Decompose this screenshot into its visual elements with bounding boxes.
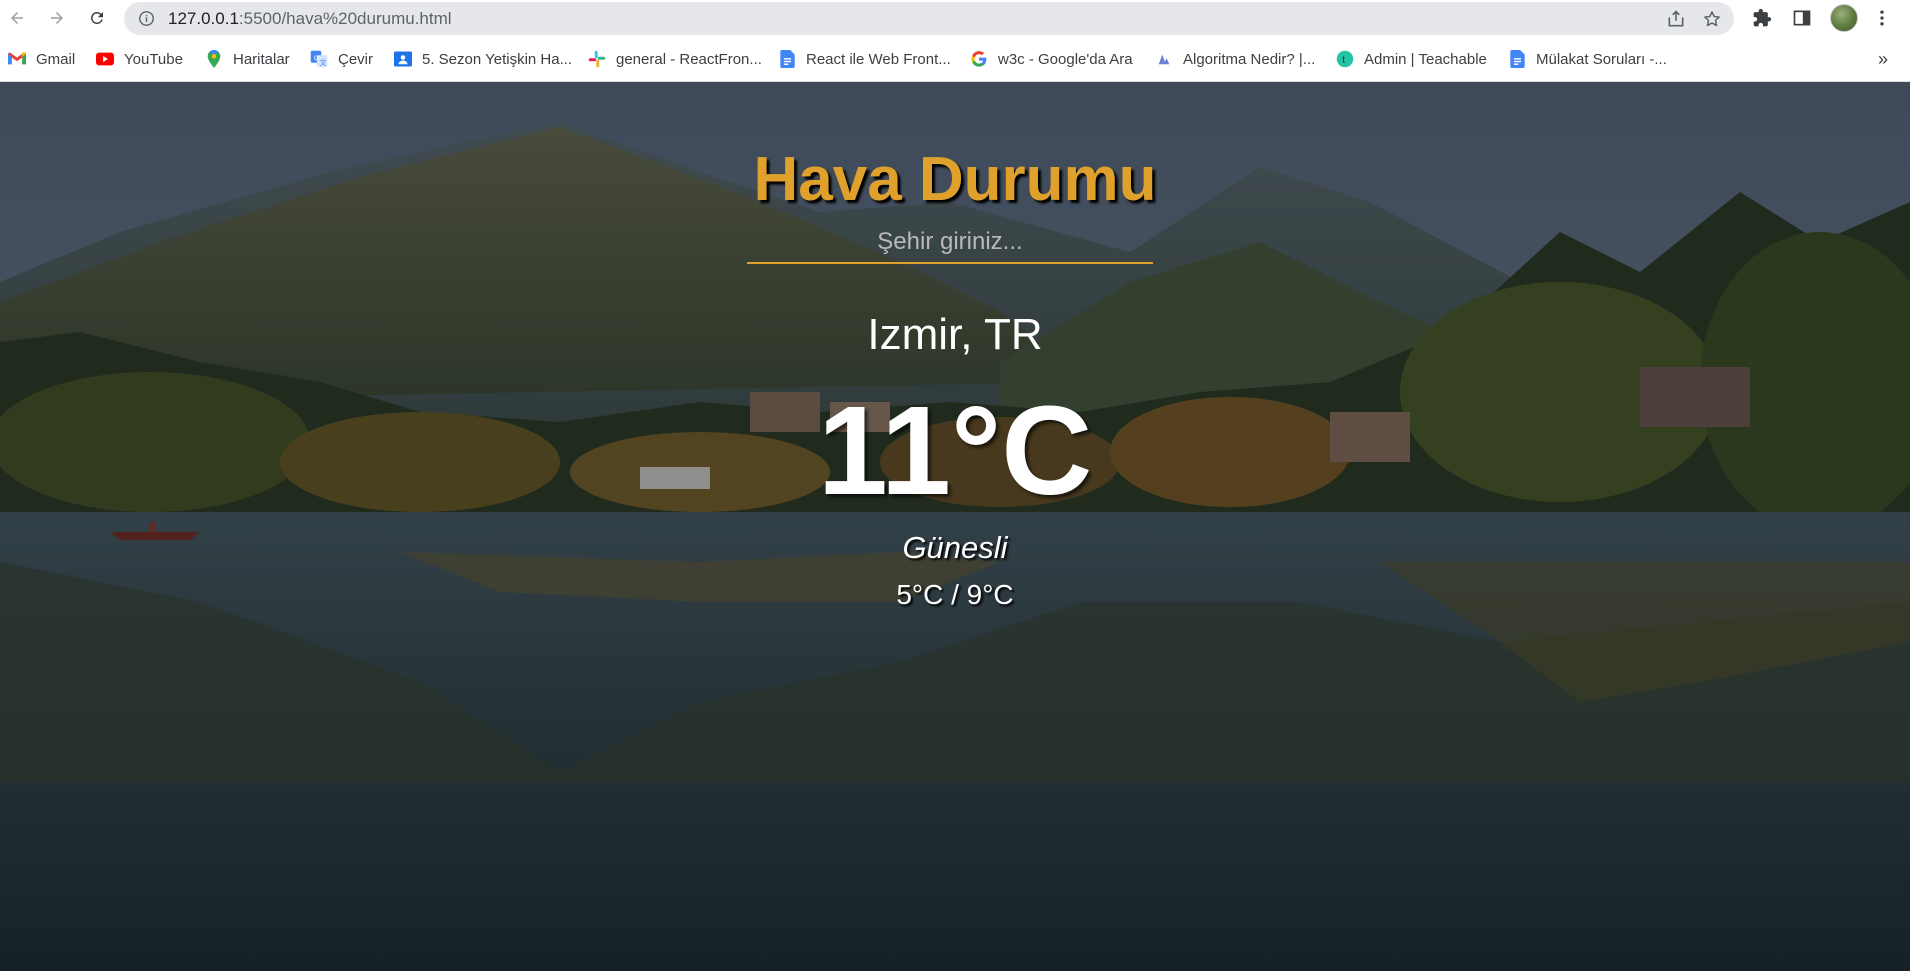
translate-icon: G文 <box>310 50 328 68</box>
arrow-left-icon <box>11 12 23 24</box>
bookmark-maps[interactable]: Haritalar <box>205 47 290 71</box>
classroom-icon <box>394 50 412 68</box>
bookmark-label: YouTube <box>124 50 183 68</box>
back-button[interactable] <box>4 5 30 31</box>
weather-app: Hava Durumu Izmir, TR 11°C Günesli 5°C /… <box>0 82 1910 971</box>
bookmark-teachable[interactable]: t Admin | Teachable <box>1336 47 1487 71</box>
svg-text:文: 文 <box>320 58 327 67</box>
reload-button[interactable] <box>84 5 110 31</box>
profile-avatar[interactable] <box>1830 4 1858 32</box>
bookmark-label: Gmail <box>36 50 76 68</box>
bookmarks-overflow-button[interactable]: » <box>1878 49 1888 70</box>
bookmark-algoritma[interactable]: Algoritma Nedir? |... <box>1155 47 1315 71</box>
info-icon[interactable] <box>138 10 155 27</box>
slack-icon <box>588 50 606 68</box>
min-max-temperature: 5°C / 9°C <box>896 579 1014 610</box>
side-panel-icon[interactable] <box>1790 6 1814 30</box>
star-icon[interactable] <box>1702 9 1722 29</box>
bookmark-slack[interactable]: general - ReactFron... <box>588 47 762 71</box>
bookmark-docs-mulakat[interactable]: Mülakat Soruları -... <box>1508 47 1667 71</box>
bookmark-label: React ile Web Front... <box>806 50 951 68</box>
menu-kebab-icon[interactable] <box>1870 6 1894 30</box>
maps-icon <box>205 50 223 68</box>
bookmark-label: general - ReactFron... <box>616 50 762 68</box>
gmail-icon <box>8 50 26 68</box>
bookmark-label: w3c - Google'da Ara <box>998 50 1133 68</box>
app-title: Hava Durumu <box>753 145 1157 214</box>
bookmark-youtube[interactable]: YouTube <box>96 47 183 71</box>
docs-icon <box>1508 50 1526 68</box>
bookmark-label: Admin | Teachable <box>1364 50 1487 68</box>
bookmark-google-search[interactable]: w3c - Google'da Ara <box>970 47 1133 71</box>
url-path: :5500/hava%20durumu.html <box>238 9 452 28</box>
docs-icon <box>778 50 796 68</box>
url-text[interactable]: 127.0.0.1:5500/hava%20durumu.html <box>168 2 452 35</box>
bookmark-label: Mülakat Soruları -... <box>1536 50 1667 68</box>
arrow-right-icon <box>51 12 63 24</box>
current-temperature: 11°C <box>817 380 1093 521</box>
bookmark-classroom[interactable]: 5. Sezon Yetişkin Ha... <box>394 47 572 71</box>
svg-text:G: G <box>314 55 319 62</box>
bookmarks-bar: Gmail YouTube Haritalar G文 Çevir 5. Sezo… <box>0 37 1910 82</box>
forward-button[interactable] <box>44 5 70 31</box>
google-icon <box>970 50 988 68</box>
share-icon[interactable] <box>1666 9 1686 29</box>
svg-text:t: t <box>1342 55 1345 66</box>
youtube-icon <box>96 50 114 68</box>
bookmark-label: Çevir <box>338 50 374 68</box>
browser-toolbar: 127.0.0.1:5500/hava%20durumu.html <box>0 0 1910 37</box>
city-search-container <box>747 222 1153 264</box>
extensions-icon[interactable] <box>1750 6 1774 30</box>
page-viewport: Hava Durumu Izmir, TR 11°C Günesli 5°C /… <box>0 82 1910 971</box>
bookmark-label: 5. Sezon Yetişkin Ha... <box>422 50 573 68</box>
bookmark-translate[interactable]: G文 Çevir <box>310 47 373 71</box>
reload-icon <box>91 12 103 24</box>
address-bar[interactable]: 127.0.0.1:5500/hava%20durumu.html <box>124 2 1734 35</box>
city-search-input[interactable] <box>747 222 1153 262</box>
bookmark-docs-react[interactable]: React ile Web Front... <box>778 47 951 71</box>
bookmark-gmail[interactable]: Gmail <box>8 47 75 71</box>
city-name: Izmir, TR <box>867 310 1043 359</box>
url-host: 127.0.0.1 <box>168 9 239 28</box>
bookmark-label: Algoritma Nedir? |... <box>1183 50 1316 68</box>
site-icon <box>1155 50 1173 68</box>
weather-description: Günesli <box>902 530 1008 565</box>
bookmark-label: Haritalar <box>233 50 290 68</box>
teachable-icon: t <box>1336 50 1354 68</box>
